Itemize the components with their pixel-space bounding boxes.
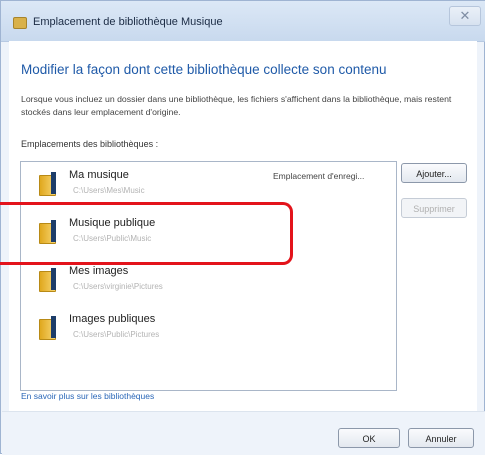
location-status: Emplacement d'enregi... [273, 171, 365, 181]
dialog-description: Lorsque vous incluez un dossier dans une… [21, 94, 452, 117]
location-name: Images publiques [69, 313, 156, 325]
folder-icon [39, 316, 57, 340]
location-name: Ma musique [69, 169, 129, 181]
library-locations-dialog: Emplacement de bibliothèque Musique ✕ Mo… [0, 0, 485, 455]
location-item-images-publiques[interactable]: Images publiques C:\Users\Public\Picture… [21, 306, 396, 351]
window-title: Emplacement de bibliothèque Musique [33, 16, 223, 28]
ok-button[interactable]: OK [338, 428, 400, 448]
location-name: Musique publique [69, 217, 156, 229]
dialog-content: Modifier la façon dont cette bibliothèqu… [9, 41, 477, 447]
location-item-musique-publique[interactable]: Musique publique C:\Users\Public\Music [21, 210, 396, 255]
location-item-ma-musique[interactable]: Ma musique C:\Users\Mes\Music Emplacemen… [21, 162, 396, 207]
dialog-heading: Modifier la façon dont cette bibliothèqu… [21, 62, 387, 77]
location-path: C:\Users\Public\Music [73, 234, 152, 243]
folder-icon [39, 172, 57, 196]
library-icon [13, 17, 27, 29]
location-item-mes-images[interactable]: Mes images C:\Users\virginie\Pictures [21, 258, 396, 303]
close-icon: ✕ [459, 8, 471, 23]
location-path: C:\Users\virginie\Pictures [73, 282, 163, 291]
remove-button[interactable]: Supprimer [401, 198, 467, 218]
location-path: C:\Users\Mes\Music [73, 186, 145, 195]
location-name: Mes images [69, 265, 129, 277]
folder-icon [39, 220, 57, 244]
location-path: C:\Users\Public\Pictures [73, 330, 160, 339]
dialog-footer: OK Annuler [2, 411, 485, 455]
close-button[interactable]: ✕ [449, 6, 481, 26]
cancel-button[interactable]: Annuler [408, 428, 474, 448]
folder-icon [39, 268, 57, 292]
learn-more-link[interactable]: En savoir plus sur les bibliothèques [21, 391, 154, 401]
locations-list[interactable]: Ma musique C:\Users\Mes\Music Emplacemen… [20, 161, 397, 391]
title-bar[interactable]: Emplacement de bibliothèque Musique ✕ [1, 1, 485, 42]
locations-label: Emplacements des bibliothèques : [21, 139, 159, 149]
add-button[interactable]: Ajouter... [401, 163, 467, 183]
